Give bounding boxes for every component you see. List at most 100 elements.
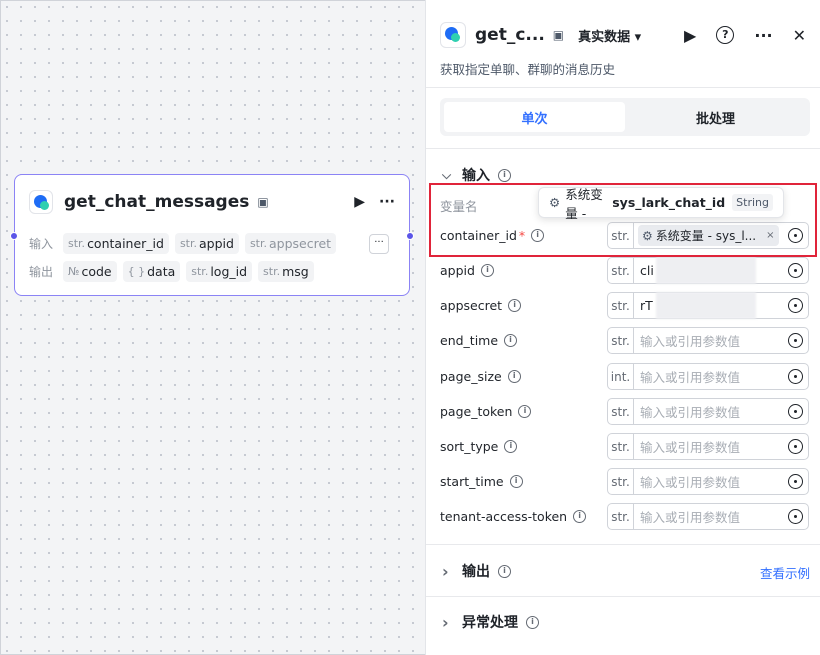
node-more-inputs-button[interactable]: ···: [369, 234, 389, 254]
info-icon[interactable]: i: [504, 334, 518, 347]
type-badge: str.: [608, 399, 634, 424]
param-input-page-size[interactable]: int. 输入或引用参数值: [607, 363, 809, 390]
data-mode-dropdown[interactable]: 真实数据 ▾: [578, 26, 641, 45]
type-badge: str.: [608, 223, 634, 248]
type-badge: str.: [608, 293, 634, 318]
param-label: start_time i: [440, 474, 523, 489]
help-icon[interactable]: ?: [716, 26, 735, 44]
param-input-sort-type[interactable]: str. 输入或引用参数值: [607, 433, 809, 460]
info-icon[interactable]: i: [531, 229, 545, 242]
reference-icon[interactable]: [788, 439, 803, 454]
param-input-end-time[interactable]: str. 输入或引用参数值: [607, 327, 809, 354]
info-icon[interactable]: i: [508, 299, 522, 312]
param-input-start-time[interactable]: str. 输入或引用参数值: [607, 468, 809, 495]
plugin-type-icon: ▣: [552, 28, 565, 42]
plugin-logo-icon: [440, 22, 466, 48]
input-section-title: 输入: [462, 168, 490, 184]
input-port[interactable]: [10, 232, 18, 240]
type-badge: String: [732, 194, 773, 211]
column-header-variable: 变量名: [440, 199, 478, 214]
info-icon[interactable]: i: [480, 264, 494, 277]
node-input-label: 输入: [29, 237, 54, 251]
close-icon[interactable]: ✕: [793, 26, 806, 45]
info-icon[interactable]: i: [573, 510, 587, 523]
node-output-row: 输出 № code { } data str. log_id str. msg: [29, 261, 314, 282]
node-output-tag: { } data: [122, 261, 181, 282]
node-input-tag: str. container_id: [63, 233, 169, 254]
divider: [426, 87, 820, 88]
param-input-appsecret[interactable]: str. rT: [607, 292, 809, 319]
param-placeholder: 输入或引用参数值: [640, 370, 741, 385]
output-section-header[interactable]: › 输出 i: [442, 561, 511, 581]
error-handling-section-header[interactable]: › 异常处理 i: [442, 612, 539, 632]
divider: [426, 596, 820, 597]
more-icon[interactable]: ···: [754, 26, 772, 45]
more-icon[interactable]: ···: [379, 194, 395, 210]
reference-icon[interactable]: [788, 404, 803, 419]
param-label: page_size i: [440, 369, 521, 384]
info-icon[interactable]: i: [504, 440, 518, 453]
param-placeholder: 输入或引用参数值: [640, 334, 741, 349]
node-input-tag: str. appsecret: [244, 233, 337, 254]
play-icon[interactable]: ▶: [684, 26, 696, 45]
reference-icon[interactable]: [788, 263, 803, 278]
play-icon[interactable]: ▶: [354, 194, 365, 210]
param-label: tenant-access-token i: [440, 509, 587, 524]
info-icon[interactable]: i: [526, 615, 539, 629]
param-placeholder: 输入或引用参数值: [640, 405, 741, 420]
tab-batch[interactable]: 批处理: [625, 102, 806, 132]
param-label: sort_type i: [440, 439, 518, 454]
param-placeholder: 输入或引用参数值: [640, 440, 741, 455]
variable-tooltip: ⚙ 系统变量 - sys_lark_chat_id String: [538, 187, 784, 221]
node-output-tag: № code: [63, 261, 117, 282]
tab-single[interactable]: 单次: [444, 102, 625, 132]
param-input-page-token[interactable]: str. 输入或引用参数值: [607, 398, 809, 425]
param-input-appid[interactable]: str. cli: [607, 257, 809, 284]
run-mode-tabs: 单次 批处理: [440, 98, 810, 136]
param-input-tenant-access-token[interactable]: str. 输入或引用参数值: [607, 503, 809, 530]
node-input-row: 输入 str. container_id str. appid str. appsec…: [29, 233, 337, 254]
reference-icon[interactable]: [788, 333, 803, 348]
chevron-down-icon: ⌵: [442, 167, 452, 182]
plugin-logo-icon: [29, 190, 53, 214]
view-example-link[interactable]: 查看示例: [760, 563, 810, 582]
node-title: get_chat_messages: [64, 192, 250, 212]
error-handling-title: 异常处理: [462, 615, 518, 631]
divider: [426, 148, 820, 149]
chevron-right-icon: ›: [442, 561, 449, 581]
info-icon[interactable]: i: [498, 564, 511, 578]
panel-description: 获取指定单聊、群聊的消息历史: [440, 62, 616, 77]
tooltip-prefix: 系统变量 -: [565, 186, 603, 221]
clear-icon[interactable]: ×: [766, 230, 774, 241]
reference-icon[interactable]: [788, 474, 803, 489]
gear-icon: ⚙: [642, 228, 653, 243]
info-icon[interactable]: i: [498, 168, 511, 182]
reference-icon[interactable]: [788, 369, 803, 384]
node-output-label: 输出: [29, 265, 54, 279]
node-header: get_chat_messages ▣ ▶ ···: [29, 189, 395, 215]
system-variable-chip[interactable]: ⚙ 系统变量 - sys_l... ×: [638, 225, 779, 246]
output-port[interactable]: [406, 232, 414, 240]
type-badge: str.: [608, 504, 634, 529]
plugin-type-icon: ▣: [257, 195, 269, 209]
param-label: page_token i: [440, 404, 532, 419]
param-value: rT: [640, 298, 653, 313]
input-section-header[interactable]: ⌵ 输入 i: [442, 165, 511, 185]
gear-icon: ⚙: [549, 195, 561, 210]
info-icon[interactable]: i: [507, 370, 521, 383]
node-output-tag: str. msg: [258, 261, 314, 282]
reference-icon[interactable]: [788, 228, 803, 243]
info-icon[interactable]: i: [518, 405, 532, 418]
redacted-region: [656, 257, 756, 284]
workflow-node-card[interactable]: get_chat_messages ▣ ▶ ··· 输入 str. contain…: [10, 174, 414, 296]
caret-down-icon: ▾: [634, 29, 642, 45]
info-icon[interactable]: i: [509, 475, 523, 488]
param-label: container_id * i: [440, 228, 545, 243]
param-label: appsecret i: [440, 298, 522, 313]
panel-header: get_c... ▣ 真实数据 ▾ ▶ ? ··· ✕: [440, 21, 806, 49]
param-input-container-id[interactable]: str. ⚙ 系统变量 - sys_l... ×: [607, 222, 809, 249]
param-label: appid i: [440, 263, 494, 278]
reference-icon[interactable]: [788, 509, 803, 524]
type-badge: str.: [608, 328, 634, 353]
reference-icon[interactable]: [788, 298, 803, 313]
